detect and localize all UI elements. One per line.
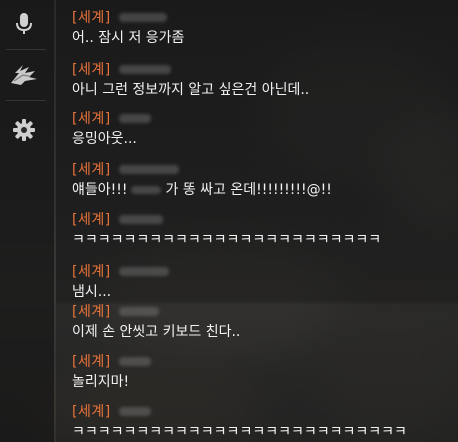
message-text: 놀리지마! xyxy=(72,374,130,390)
message-text: 얘들아!!! 가 똥 싸고 온데!!!!!!!!!@!! xyxy=(72,180,450,200)
sender-name-redacted xyxy=(118,64,171,74)
channel-tag: [세계] xyxy=(72,111,111,127)
sender-name-redacted xyxy=(118,164,179,174)
chat-message: [세계] ㅋㅋㅋㅋㅋㅋㅋㅋㅋㅋㅋㅋㅋㅋㅋㅋㅋㅋㅋㅋㅋㅋㅋㅋㅋㅋ xyxy=(72,402,450,442)
chat-settings-button[interactable] xyxy=(0,106,48,154)
mentioned-name-redacted xyxy=(131,186,162,194)
sender-name-redacted xyxy=(118,356,151,366)
sender-name-redacted xyxy=(118,266,169,276)
message-text-part: 가 똥 싸고 온데!!!!!!!!!@!! xyxy=(165,182,332,198)
guild-emblem-icon xyxy=(11,65,37,85)
sender-name-redacted xyxy=(118,406,151,416)
sender-name-redacted xyxy=(118,113,151,123)
chat-message: [세계] ㅋㅋㅋㅋㅋㅋㅋㅋㅋㅋㅋㅋㅋㅋㅋㅋㅋㅋㅋㅋㅋㅋㅋㅋ xyxy=(72,210,450,250)
message-text: ㅋㅋㅋㅋㅋㅋㅋㅋㅋㅋㅋㅋㅋㅋㅋㅋㅋㅋㅋㅋㅋㅋㅋㅋㅋㅋ xyxy=(72,424,407,440)
chat-sidebar xyxy=(0,0,54,442)
channel-tag: [세계] xyxy=(72,264,111,280)
message-text-part: 얘들아!!! xyxy=(72,182,128,198)
voice-chat-button[interactable] xyxy=(0,0,48,48)
channel-tag: [세계] xyxy=(72,10,111,26)
channel-tag: [세계] xyxy=(72,162,111,178)
chat-message: [세계] 냄시... xyxy=(72,262,450,302)
channel-tag: [세계] xyxy=(72,404,111,420)
message-text: 이제 손 안씻고 키보드 친다.. xyxy=(72,324,241,340)
chat-message: [세계] 놀리지마! xyxy=(72,352,450,392)
chat-message: [세계] 응밍아웃... xyxy=(72,109,450,149)
message-text: 어.. 잠시 저 응가좀 xyxy=(72,30,185,46)
sender-name-redacted xyxy=(118,214,163,224)
microphone-icon xyxy=(16,13,32,34)
message-text: ㅋㅋㅋㅋㅋㅋㅋㅋㅋㅋㅋㅋㅋㅋㅋㅋㅋㅋㅋㅋㅋㅋㅋㅋ xyxy=(72,232,382,248)
channel-tag: [세계] xyxy=(72,304,111,320)
chat-message: [세계] 이제 손 안씻고 키보드 친다.. xyxy=(72,302,450,342)
chat-log[interactable]: [세계] 어.. 잠시 저 응가좀 [세계] 아니 그런 정보까지 알고 싶은건… xyxy=(56,0,458,442)
sender-name-redacted xyxy=(118,12,167,22)
message-text: 응밍아웃... xyxy=(72,131,137,147)
channel-tag: [세계] xyxy=(72,62,111,78)
sender-name-redacted xyxy=(118,306,159,316)
message-text: 냄시... xyxy=(72,284,112,300)
gear-icon xyxy=(13,119,35,141)
message-text: 아니 그런 정보까지 알고 싶은건 아닌데.. xyxy=(72,82,310,98)
guild-chat-button[interactable] xyxy=(0,50,48,98)
chat-message: [세계] 아니 그런 정보까지 알고 싶은건 아닌데.. xyxy=(72,60,450,100)
chat-message: [세계] 어.. 잠시 저 응가좀 xyxy=(72,8,450,48)
channel-tag: [세계] xyxy=(72,212,111,228)
channel-tag: [세계] xyxy=(72,354,111,370)
chat-message: [세계] 얘들아!!! 가 똥 싸고 온데!!!!!!!!!@!! xyxy=(72,160,450,200)
sidebar-divider xyxy=(6,100,46,101)
